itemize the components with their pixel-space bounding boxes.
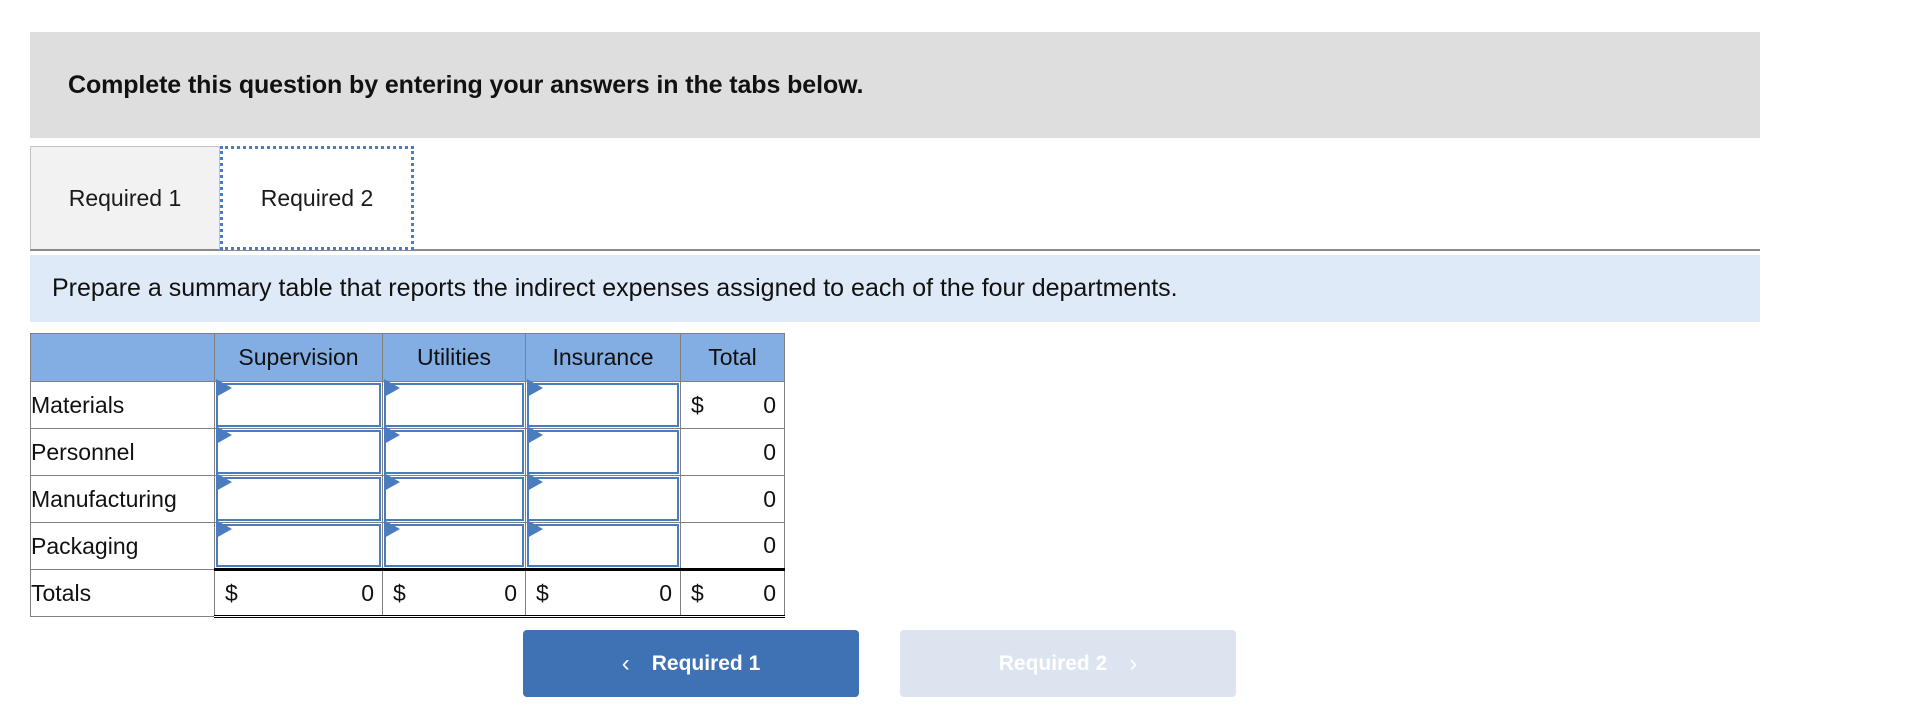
header-corner [30,333,215,382]
cell-flag-icon [527,379,543,397]
tab-strip: Required 1 Required 2 [30,146,1760,252]
tab-required-1-label: Required 1 [68,184,182,211]
input-manufacturing-insurance[interactable] [525,473,681,523]
chevron-right-icon: › [1129,649,1138,677]
tab-required-2[interactable]: Required 2 [220,146,414,250]
row-label-materials: Materials [30,381,215,429]
total-value: 0 [659,579,672,606]
tab-required-1[interactable]: Required 1 [30,146,220,250]
input-box[interactable] [527,430,679,474]
cell-flag-icon [216,520,232,538]
input-personnel-utilities[interactable] [382,426,526,476]
cell-flag-icon [216,379,232,397]
table-totals-row: Totals $ 0 $ 0 $ 0 $ 0 [30,568,785,618]
totals-utilities: $ 0 [382,568,526,618]
currency-symbol: $ [225,579,238,606]
cell-flag-icon [384,473,400,491]
cell-flag-icon [384,520,400,538]
input-box[interactable] [216,477,381,521]
prev-required-1-button[interactable]: ‹ Required 1 [523,630,859,697]
next-button-label: Required 2 [998,651,1108,675]
instruction-text: Prepare a summary table that reports the… [52,274,1178,302]
totals-insurance: $ 0 [525,568,681,618]
cell-flag-icon [527,426,543,444]
total-value: 0 [361,579,374,606]
input-box[interactable] [384,383,524,427]
header-insurance: Insurance [525,333,681,382]
instruction-bar: Prepare a summary table that reports the… [30,255,1760,322]
total-value: 0 [763,485,776,512]
input-box[interactable] [216,383,381,427]
total-value: 0 [763,532,776,558]
tab-required-2-label: Required 2 [260,184,374,211]
row-label-manufacturing: Manufacturing [30,475,215,523]
table-row: Materials $ 0 [30,379,785,429]
input-personnel-insurance[interactable] [525,426,681,476]
prev-button-label: Required 1 [651,651,761,675]
cell-flag-icon [527,473,543,491]
total-personnel: 0 [680,428,785,476]
chevron-left-icon: ‹ [621,649,630,677]
header-utilities: Utilities [382,333,526,382]
total-value: 0 [504,579,517,606]
nav-button-bar: ‹ Required 1 Required 2 › [0,630,1926,710]
input-box[interactable] [384,430,524,474]
total-materials: $ 0 [680,381,785,429]
cell-flag-icon [384,379,400,397]
row-label-packaging: Packaging [30,522,215,570]
cell-flag-icon [216,426,232,444]
next-required-2-button[interactable]: Required 2 › [900,630,1236,697]
input-box[interactable] [527,383,679,427]
input-materials-insurance[interactable] [525,379,681,429]
question-banner: Complete this question by entering your … [30,32,1760,138]
input-personnel-supervision[interactable] [214,426,383,476]
input-materials-utilities[interactable] [382,379,526,429]
total-manufacturing: 0 [680,475,785,523]
input-packaging-insurance[interactable] [525,520,681,570]
input-materials-supervision[interactable] [214,379,383,429]
summary-table: Supervision Utilities Insurance Total Ma… [30,333,785,618]
cell-flag-icon [216,473,232,491]
currency-symbol: $ [691,391,704,418]
input-packaging-supervision[interactable] [214,520,383,570]
input-box[interactable] [527,477,679,521]
totals-total: $ 0 [680,568,785,618]
input-box[interactable] [216,430,381,474]
banner-text: Complete this question by entering your … [68,70,864,99]
total-value: 0 [763,438,776,465]
input-manufacturing-supervision[interactable] [214,473,383,523]
header-supervision: Supervision [214,333,383,382]
table-head: Supervision Utilities Insurance Total [30,333,785,382]
row-label-personnel: Personnel [30,428,215,476]
total-value: 0 [763,579,776,606]
input-box[interactable] [527,524,679,567]
input-packaging-utilities[interactable] [382,520,526,570]
total-value: 0 [763,391,776,418]
currency-symbol: $ [691,579,704,606]
cell-flag-icon [384,426,400,444]
table-row: Personnel 0 [30,426,785,476]
table-header-row: Supervision Utilities Insurance Total [30,333,785,382]
totals-supervision: $ 0 [214,568,383,618]
total-packaging: 0 [680,522,785,570]
row-label-totals: Totals [30,569,215,617]
table-row: Packaging 0 [30,520,785,570]
header-total: Total [680,333,785,382]
input-box[interactable] [384,524,524,567]
table-row: Manufacturing 0 [30,473,785,523]
currency-symbol: $ [393,579,406,606]
cell-flag-icon [527,520,543,538]
input-box[interactable] [216,524,381,567]
input-manufacturing-utilities[interactable] [382,473,526,523]
table-body: Materials $ 0 Personnel 0 Manufacturing … [30,379,785,618]
input-box[interactable] [384,477,524,521]
currency-symbol: $ [536,579,549,606]
